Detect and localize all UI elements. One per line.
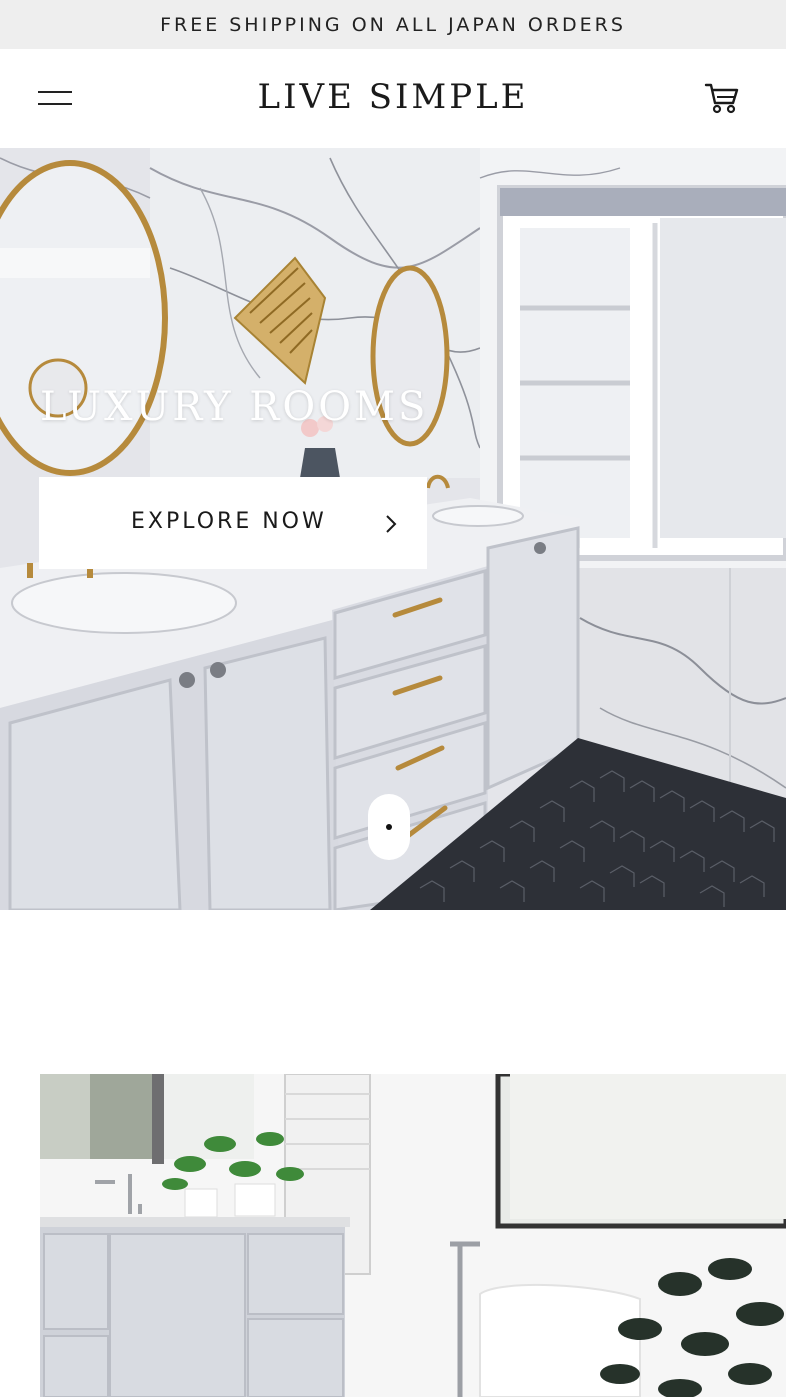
announcement-text: FREE SHIPPING ON ALL JAPAN ORDERS: [160, 13, 626, 36]
shopping-cart-icon[interactable]: [704, 81, 740, 115]
slide-indicator-dot[interactable]: [368, 794, 410, 860]
feature-bathroom-image: [40, 1074, 786, 1397]
feature-image-art: [40, 1074, 786, 1397]
hero-slideshow: LUXURY ROOMS EXPLORE NOW: [0, 148, 786, 910]
site-logo[interactable]: LIVE SIMPLE: [0, 77, 786, 117]
announcement-bar: FREE SHIPPING ON ALL JAPAN ORDERS: [0, 0, 786, 49]
explore-now-button[interactable]: EXPLORE NOW: [39, 477, 427, 569]
hero-title: LUXURY ROOMS: [40, 384, 429, 430]
chevron-right-icon: [384, 514, 398, 539]
site-header: LIVE SIMPLE: [0, 49, 786, 148]
explore-now-label: EXPLORE NOW: [131, 509, 327, 534]
